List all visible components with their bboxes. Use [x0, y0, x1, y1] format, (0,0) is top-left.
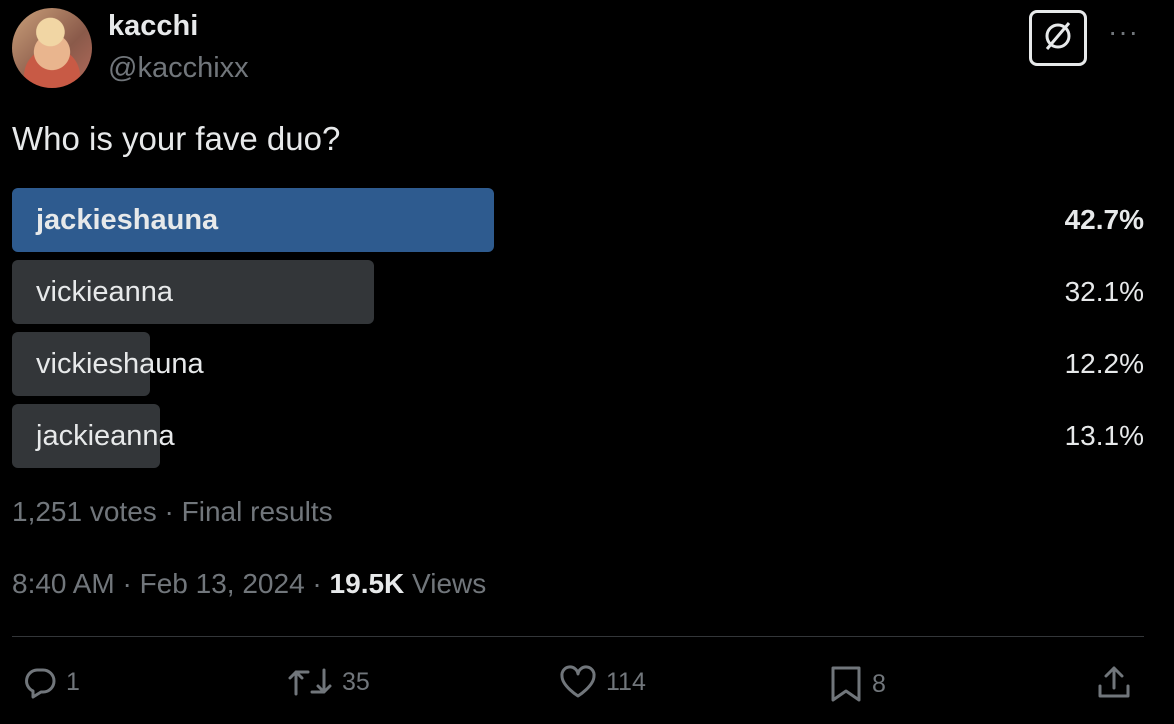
poll-option: vickieanna 32.1%	[12, 260, 1144, 324]
poll-option: jackieanna 13.1%	[12, 404, 1144, 468]
author-name[interactable]: kacchi	[108, 10, 198, 43]
more-icon[interactable]: ···	[1108, 16, 1139, 48]
poll-option: vickieshauna 12.2%	[12, 332, 1144, 396]
poll-option-percent: 12.2%	[1064, 348, 1144, 379]
like-button[interactable]: 114	[558, 664, 646, 700]
repost-icon	[286, 664, 334, 700]
reply-count: 1	[66, 667, 80, 696]
like-icon	[558, 664, 598, 700]
views-label: Views	[412, 568, 487, 599]
poll-option-percent: 32.1%	[1064, 276, 1144, 307]
timestamp-row: 8:40 AM · Feb 13, 2024 · 19.5K Views	[12, 568, 487, 599]
poll-option-percent: 42.7%	[1064, 204, 1144, 235]
tweet-time[interactable]: 8:40 AM	[12, 568, 115, 599]
tweet-date[interactable]: Feb 13, 2024	[140, 568, 305, 599]
reply-button[interactable]: 1	[22, 664, 80, 700]
share-icon	[1096, 664, 1132, 700]
repost-button[interactable]: 35	[286, 664, 370, 700]
poll-option-label: jackieanna	[36, 420, 175, 452]
poll-results-meta: 1,251 votes · Final results	[12, 496, 333, 527]
poll-option-label: vickieshauna	[36, 348, 204, 380]
grok-icon	[1041, 19, 1075, 58]
repost-count: 35	[342, 667, 370, 696]
share-button[interactable]	[1096, 664, 1132, 700]
poll-option: jackieshauna 42.7%	[12, 188, 1144, 252]
reply-icon	[22, 664, 58, 700]
divider	[12, 636, 1144, 637]
poll-option-label: jackieshauna	[36, 204, 219, 236]
like-count: 114	[606, 667, 646, 696]
views-count: 19.5K	[329, 568, 405, 599]
bookmark-button[interactable]: 8	[828, 664, 886, 704]
poll-option-percent: 13.1%	[1064, 420, 1144, 451]
author-handle[interactable]: @kacchixx	[108, 52, 249, 85]
avatar[interactable]	[12, 8, 92, 88]
bookmark-icon	[828, 664, 864, 704]
poll-option-label: vickieanna	[36, 276, 174, 308]
bookmark-count: 8	[872, 669, 886, 698]
tweet-text: Who is your fave duo?	[12, 120, 341, 157]
grok-button[interactable]	[1029, 10, 1087, 66]
